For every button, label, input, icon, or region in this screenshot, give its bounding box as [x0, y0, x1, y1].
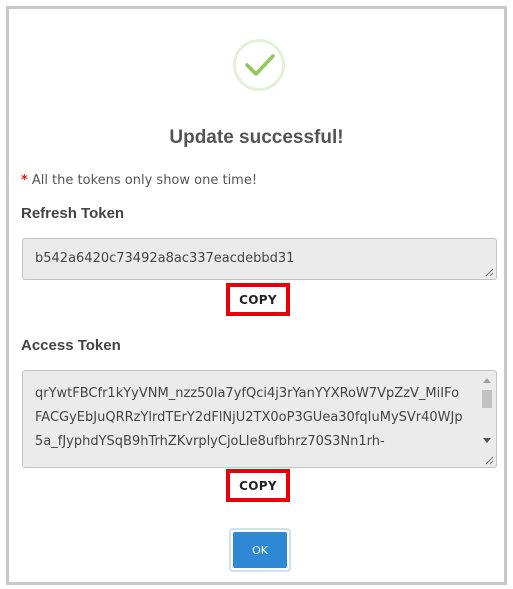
token-warning-note: * All the tokens only show one time! [21, 173, 257, 188]
access-token-scrollbar[interactable] [479, 372, 495, 464]
scroll-thumb[interactable] [482, 390, 492, 408]
success-check-icon [233, 39, 285, 91]
scroll-down-arrow-icon[interactable] [483, 438, 491, 443]
refresh-token-label: Refresh Token [21, 205, 125, 222]
ok-button[interactable]: OK [229, 528, 291, 572]
access-token-line: FACGyEbJuQRRzYlrdTErY2dFlNjU2TX0oP3GUea3… [35, 410, 463, 425]
access-token-line: 5a_fJyphdYSqB9hTrhZKvrplyCjoLIe8ufbhrz70… [35, 434, 385, 449]
access-token-line: qrYwtFBCfr1kYyVNM_nzz50Ia7yfQci4j3rYanYY… [35, 386, 460, 401]
access-token-label: Access Token [21, 337, 121, 354]
token-warning-text: All the tokens only show one time! [31, 173, 258, 188]
scroll-up-arrow-icon[interactable] [483, 378, 491, 383]
access-token-field[interactable]: qrYwtFBCfr1kYyVNM_nzz50Ia7yfQci4j3rYanYY… [22, 370, 497, 468]
resize-grip-icon[interactable] [485, 268, 494, 277]
copy-refresh-token-button[interactable]: COPY [226, 283, 290, 316]
resize-grip-icon[interactable] [485, 456, 494, 465]
update-success-dialog: Update successful! * All the tokens only … [6, 6, 507, 585]
refresh-token-value: b542a6420c73492a8ac337eacdebbd31 [35, 251, 295, 266]
copy-access-token-button[interactable]: COPY [226, 469, 290, 502]
required-star: * [21, 173, 28, 188]
dialog-title: Update successful! [169, 127, 344, 148]
ok-button-label: OK [233, 532, 287, 568]
refresh-token-field[interactable]: b542a6420c73492a8ac337eacdebbd31 [22, 238, 497, 280]
